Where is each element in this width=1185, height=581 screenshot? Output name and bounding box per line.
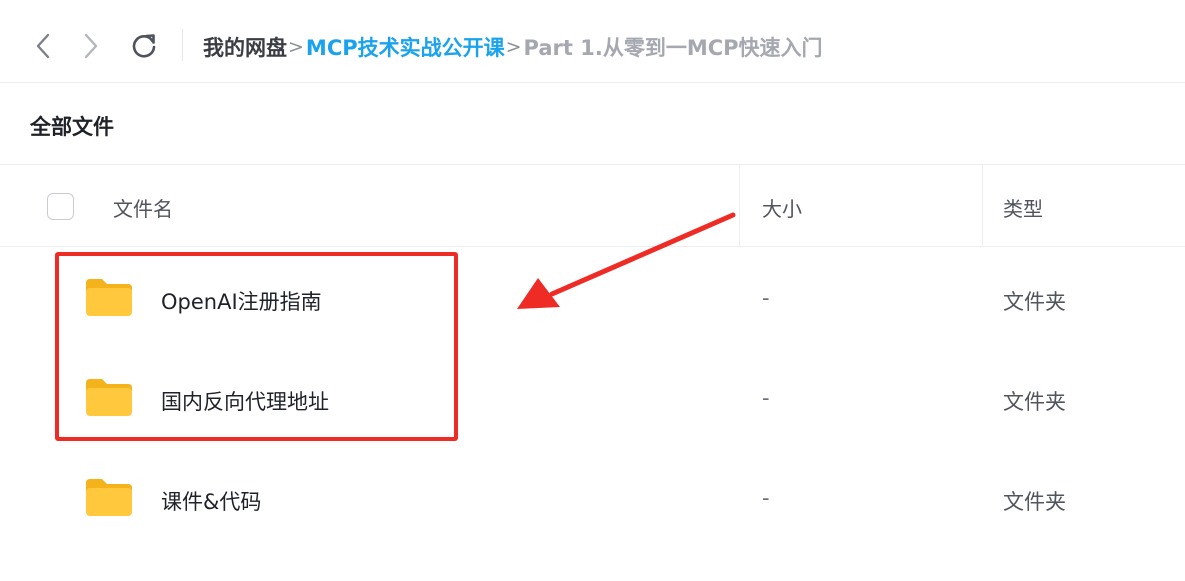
- back-button[interactable]: [26, 28, 62, 64]
- chevron-left-icon: [36, 33, 50, 59]
- column-header-name[interactable]: 文件名: [113, 193, 173, 222]
- chevron-right-icon: [84, 33, 98, 59]
- table-row[interactable]: 课件&代码 - 文件夹: [0, 450, 1185, 550]
- file-size: -: [762, 486, 770, 510]
- top-bar: 我的网盘 > MCP技术实战公开课 > Part 1.从零到一MCP快速入门: [0, 0, 1185, 83]
- refresh-icon: [132, 34, 156, 58]
- file-type: 文件夹: [1003, 490, 1066, 514]
- file-type: 文件夹: [1003, 390, 1066, 414]
- annotation-highlight-box: [55, 252, 458, 441]
- column-divider[interactable]: [739, 165, 740, 247]
- breadcrumb: 我的网盘 > MCP技术实战公开课 > Part 1.从零到一MCP快速入门: [203, 30, 823, 64]
- refresh-button[interactable]: [126, 28, 162, 64]
- file-name[interactable]: 课件&代码: [161, 486, 261, 516]
- breadcrumb-separator: >: [505, 36, 522, 58]
- column-header-type[interactable]: 类型: [1003, 193, 1043, 222]
- file-size: -: [762, 386, 770, 410]
- file-type: 文件夹: [1003, 290, 1066, 314]
- breadcrumb-root[interactable]: 我的网盘: [203, 32, 287, 62]
- file-size: -: [762, 286, 770, 310]
- breadcrumb-current: Part 1.从零到一MCP快速入门: [523, 36, 823, 60]
- column-header-size[interactable]: 大小: [762, 193, 802, 222]
- page-title: 全部文件: [30, 115, 114, 139]
- column-divider[interactable]: [982, 165, 983, 247]
- folder-icon: [86, 479, 132, 516]
- breadcrumb-folder[interactable]: MCP技术实战公开课: [306, 32, 505, 62]
- toolbar-divider: [182, 29, 183, 61]
- forward-button[interactable]: [72, 28, 108, 64]
- select-all-checkbox[interactable]: [47, 193, 74, 220]
- breadcrumb-separator: >: [288, 36, 304, 58]
